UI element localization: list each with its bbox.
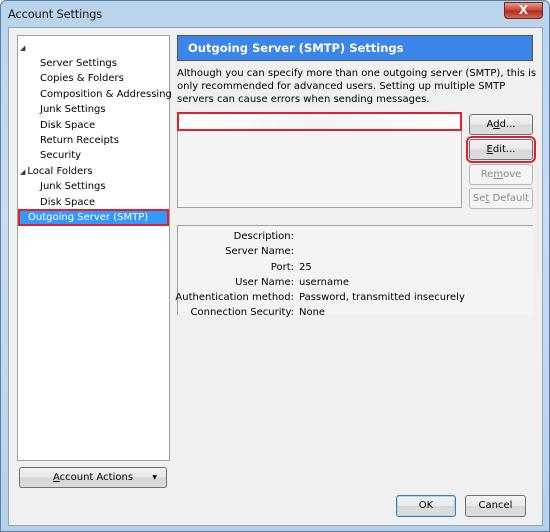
- tree-item-return-receipts[interactable]: Return Receipts: [40, 133, 119, 148]
- tree-item-local-folders[interactable]: ◢ Local Folders: [20, 164, 93, 179]
- edit-button[interactable]: Edit...: [466, 136, 536, 163]
- detail-description: Description:: [233, 231, 294, 242]
- tree-item-server-settings[interactable]: Server Settings: [40, 56, 117, 71]
- close-icon: X: [518, 3, 529, 17]
- panel-description: Although you can specify more than one o…: [177, 68, 537, 105]
- tree-item-outgoing-server[interactable]: Outgoing Server (SMTP): [18, 209, 169, 226]
- expand-icon[interactable]: ◢: [20, 168, 25, 176]
- detail-port: Port: 25: [270, 262, 312, 273]
- dialog-client-area: ◢ Server Settings Copies & Folders Compo…: [8, 27, 543, 526]
- smtp-server-row[interactable]: [177, 112, 462, 131]
- account-actions-button[interactable]: Account Actions ▼: [19, 467, 167, 488]
- account-tree[interactable]: ◢ Server Settings Copies & Folders Compo…: [17, 35, 172, 461]
- tree-item-composition-addressing[interactable]: Composition & Addressing: [40, 87, 172, 102]
- detail-auth-method: Authentication method: Password, transmi…: [175, 292, 465, 303]
- window-title: Account Settings: [8, 7, 103, 21]
- smtp-server-list[interactable]: [177, 112, 462, 208]
- title-bar[interactable]: Account Settings X: [1, 1, 549, 27]
- tree-item-security[interactable]: Security: [40, 148, 81, 163]
- server-details: Description: Server Name: Port: 25 User …: [175, 225, 533, 318]
- add-button[interactable]: Add...: [469, 114, 533, 135]
- tree-item-copies-folders[interactable]: Copies & Folders: [40, 71, 124, 86]
- ok-button[interactable]: OK: [396, 495, 456, 517]
- remove-button[interactable]: Remove: [469, 164, 533, 185]
- tree-item-junk-settings[interactable]: Junk Settings: [40, 102, 106, 117]
- dropdown-arrow-icon: ▼: [152, 474, 157, 481]
- detail-user-name: User Name: username: [235, 277, 349, 288]
- panel-title: Outgoing Server (SMTP) Settings: [177, 35, 533, 61]
- close-button[interactable]: X: [504, 2, 543, 19]
- tree-item-account[interactable]: ◢: [20, 40, 27, 55]
- set-default-button[interactable]: Set Default: [469, 188, 533, 209]
- detail-connection-security: Connection Security: None: [190, 307, 326, 318]
- tree-item-disk-space[interactable]: Disk Space: [40, 118, 95, 133]
- expand-icon[interactable]: ◢: [20, 44, 25, 52]
- account-settings-window: Account Settings X ◢ Server Settings Cop…: [0, 0, 550, 532]
- cancel-button[interactable]: Cancel: [465, 495, 526, 517]
- detail-server-name: Server Name:: [225, 246, 294, 257]
- tree-item-local-disk-space[interactable]: Disk Space: [40, 195, 95, 210]
- tree-item-local-junk-settings[interactable]: Junk Settings: [40, 179, 106, 194]
